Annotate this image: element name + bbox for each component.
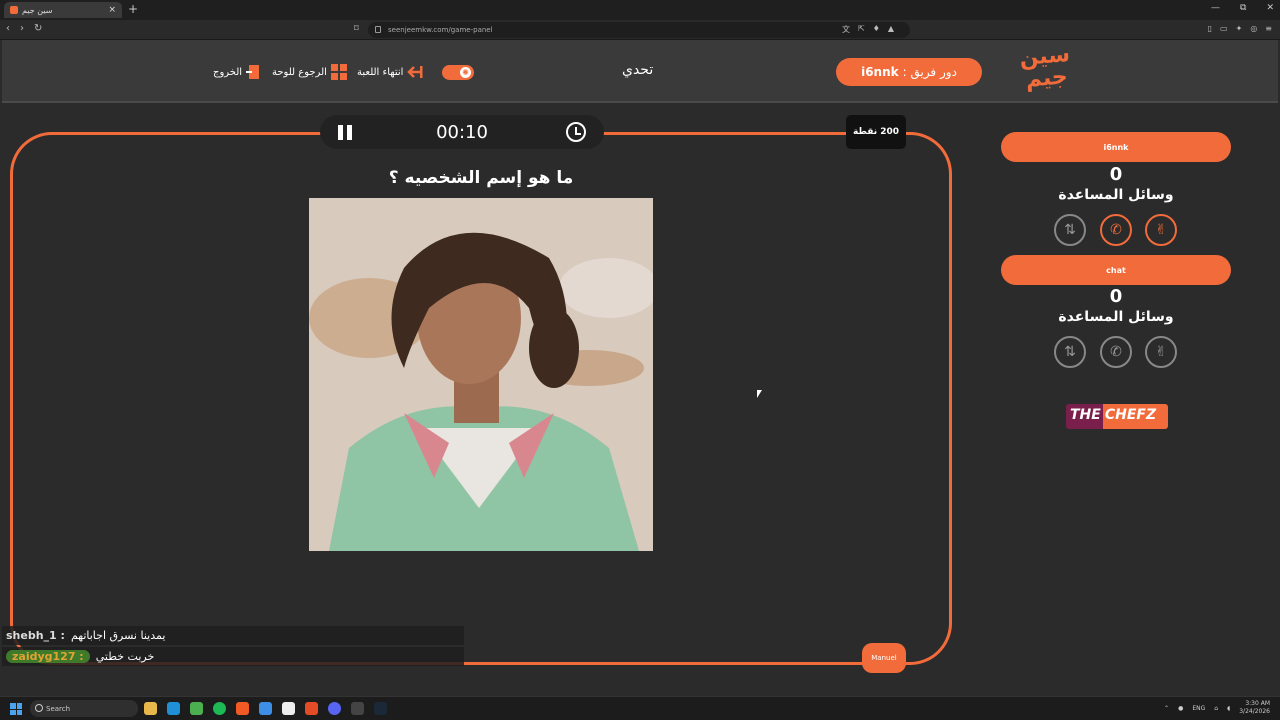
- windows-taskbar: Search ⌃ ● ENG ⌂ ◖ 3:30 AM 3/24/2026: [0, 696, 1280, 720]
- game-mode-title: تحدي: [622, 62, 654, 78]
- system-tray: ⌃ ● ENG ⌂ ◖ 3:30 AM 3/24/2026: [1164, 700, 1270, 716]
- mouse-cursor-icon: [757, 390, 762, 398]
- taskbar-apps: [144, 702, 387, 715]
- window-controls: — ⧉ ✕: [1211, 3, 1274, 13]
- end-game-button[interactable]: انتهاء اللعبة: [357, 64, 423, 80]
- seen-jeem-logo: سين جيم: [1018, 41, 1071, 93]
- file-explorer-icon[interactable]: [144, 702, 157, 715]
- extensions-icon[interactable]: ✦: [1236, 24, 1243, 33]
- new-tab-button[interactable]: +: [128, 2, 138, 16]
- lock-icon: [375, 26, 381, 33]
- address-bar-row: ‹ › ↻ ⌑ seenjeemkw.com/game-panel 文 ⇱ ♦ …: [0, 20, 1280, 40]
- chat-text: خربت خطتي: [95, 650, 155, 663]
- volume-icon[interactable]: ◖: [1227, 705, 1230, 712]
- toolbar-right-icons: ▯ ▭ ✦ ◎ ≡: [1208, 24, 1272, 33]
- edge-icon[interactable]: [167, 702, 180, 715]
- stream-chat-overlay: shebh_1 : يمدينا نسرق اجاباتهم zaidyg127…: [2, 626, 464, 666]
- tab-close-icon[interactable]: ×: [108, 5, 116, 15]
- exit-door-icon: [246, 65, 260, 79]
- steam-icon[interactable]: [374, 702, 387, 715]
- brave-icon[interactable]: [236, 702, 249, 715]
- chat-message: shebh_1 : يمدينا نسرق اجاباتهم: [2, 626, 464, 645]
- forward-arrow-icon[interactable]: ›: [20, 23, 24, 34]
- notion-icon[interactable]: [282, 702, 295, 715]
- url-field[interactable]: seenjeemkw.com/game-panel: [368, 22, 910, 38]
- team-score: 0: [1109, 164, 1123, 185]
- discord-icon[interactable]: [328, 702, 341, 715]
- terminal-icon[interactable]: [351, 702, 364, 715]
- back-to-board-button[interactable]: الرجوع للوحة: [272, 64, 347, 80]
- team-name-badge: chat: [1001, 255, 1231, 285]
- browser-tab[interactable]: سين جيم ×: [4, 2, 122, 18]
- app-icon[interactable]: [305, 702, 318, 715]
- end-game-label: انتهاء اللعبة: [357, 66, 404, 78]
- chat-text: يمدينا نسرق اجاباتهم: [70, 629, 166, 642]
- chat-message: zaidyg127 : خربت خطتي: [2, 647, 464, 666]
- menu-icon[interactable]: ≡: [1265, 24, 1272, 33]
- arrow-left-icon: [407, 66, 423, 78]
- toggle-knob-icon: ✺: [460, 67, 471, 78]
- team-score: 0: [1109, 286, 1123, 307]
- tab-title: سين جيم: [22, 5, 53, 15]
- chat-username: shebh_1 :: [6, 629, 65, 642]
- wallet-icon[interactable]: ▭: [1220, 24, 1228, 33]
- chat-username: zaidyg127 :: [6, 650, 90, 663]
- sponsor-logo: THE CHEFZ: [1066, 404, 1168, 429]
- hand-peace-icon[interactable]: ✌: [1145, 336, 1177, 368]
- brave-rewards-icon[interactable]: ▲: [888, 24, 894, 35]
- back-to-board-label: الرجوع للوحة: [272, 66, 327, 78]
- chrome-icon[interactable]: [190, 702, 203, 715]
- hand-peace-icon[interactable]: ✌: [1145, 214, 1177, 246]
- brave-shield-icon[interactable]: ♦: [873, 24, 880, 35]
- team-name-badge: i6nnk: [1001, 132, 1231, 162]
- mode-toggle[interactable]: ✺: [442, 65, 474, 80]
- translate-icon[interactable]: 文: [842, 24, 850, 35]
- mic-icon[interactable]: ●: [1178, 705, 1183, 712]
- turn-team-name: i6nnk: [861, 65, 899, 79]
- windows-start-icon[interactable]: [10, 703, 22, 715]
- swap-icon[interactable]: ⇅: [1054, 214, 1086, 246]
- timer-bar: 00:10: [320, 115, 604, 149]
- exit-label: الخروج: [213, 66, 243, 78]
- character-photo: [309, 198, 653, 551]
- taskbar-clock[interactable]: 3:30 AM 3/24/2026: [1239, 700, 1270, 716]
- url-text: seenjeemkw.com/game-panel: [388, 26, 493, 34]
- store-icon[interactable]: [259, 702, 272, 715]
- timer-display: 00:10: [436, 121, 488, 143]
- manual-button[interactable]: Manuel: [862, 643, 906, 673]
- sidebar-icon[interactable]: ▯: [1208, 24, 1212, 33]
- site-favicon-icon: [10, 6, 18, 14]
- tray-chevron-icon[interactable]: ⌃: [1164, 705, 1169, 712]
- network-icon[interactable]: ⌂: [1214, 705, 1218, 712]
- vpn-icon[interactable]: ◎: [1250, 24, 1257, 33]
- reload-icon[interactable]: ↻: [34, 23, 42, 34]
- taskbar-search[interactable]: Search: [30, 700, 138, 717]
- close-window-button[interactable]: ✕: [1266, 3, 1274, 13]
- nav-buttons: ‹ › ↻: [6, 23, 42, 34]
- extension-icons: 文 ⇱ ♦ ▲: [842, 24, 894, 35]
- back-arrow-icon[interactable]: ‹: [6, 23, 10, 34]
- phone-icon[interactable]: ✆: [1100, 214, 1132, 246]
- question-image: [309, 198, 653, 551]
- turn-label: دور فريق :: [902, 65, 957, 79]
- question-points-badge: 200 نقطة: [846, 115, 906, 149]
- browser-titlebar: سين جيم × + — ⧉ ✕: [0, 0, 1280, 20]
- game-header: سين جيم دور فريق : i6nnk تحدي ✺ انتهاء ا…: [2, 40, 1278, 103]
- minimize-button[interactable]: —: [1211, 3, 1220, 13]
- language-indicator[interactable]: ENG: [1192, 705, 1205, 712]
- share-icon[interactable]: ⇱: [858, 24, 865, 35]
- aids-title: وسائل المساعدة: [1058, 187, 1174, 203]
- exit-button[interactable]: الخروج: [213, 64, 262, 80]
- maximize-button[interactable]: ⧉: [1240, 3, 1246, 13]
- swap-icon[interactable]: ⇅: [1054, 336, 1086, 368]
- question-text: ما هو إسم الشخصيه ؟: [388, 168, 574, 188]
- phone-icon[interactable]: ✆: [1100, 336, 1132, 368]
- spotify-icon[interactable]: [213, 702, 226, 715]
- aids-title: وسائل المساعدة: [1058, 309, 1174, 325]
- team-turn-badge: دور فريق : i6nnk: [836, 58, 982, 86]
- grid-icon: [330, 64, 347, 80]
- reset-timer-icon[interactable]: [566, 122, 586, 142]
- bookmark-icon[interactable]: ⌑: [354, 24, 359, 34]
